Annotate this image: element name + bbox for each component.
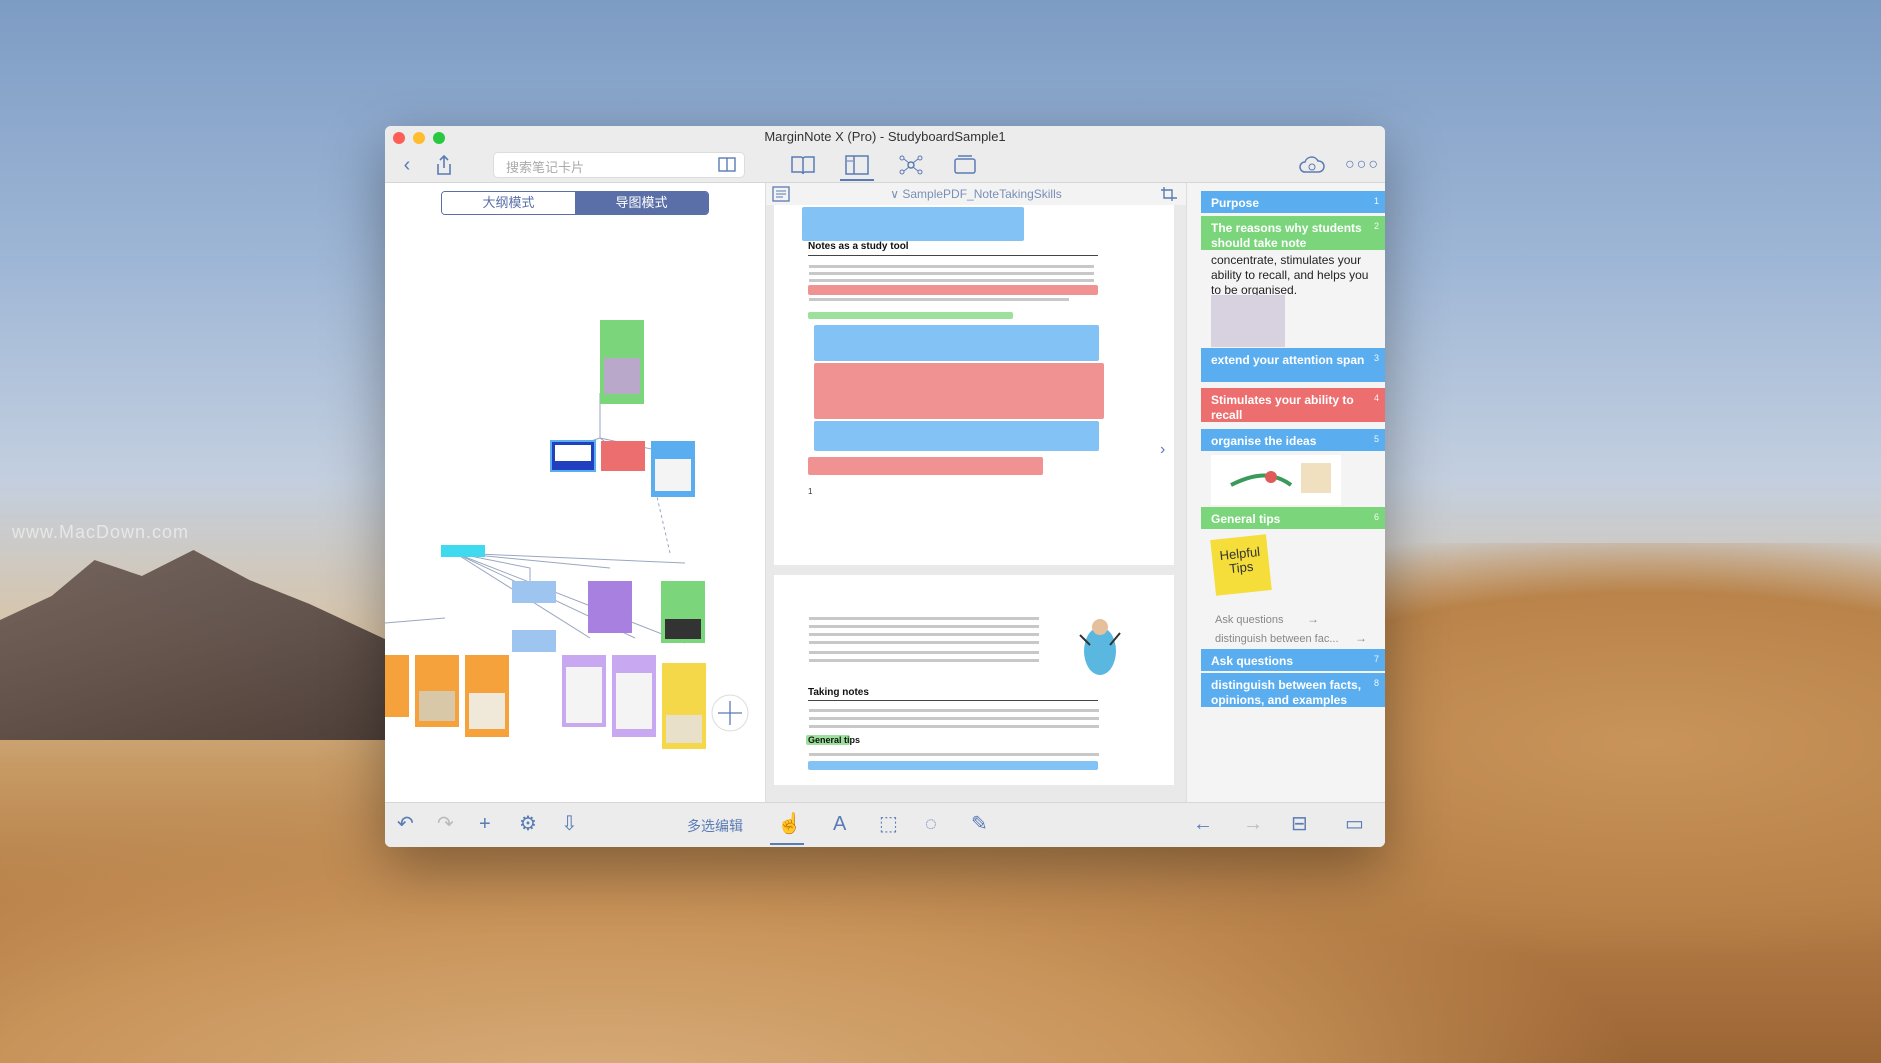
sub-item-ask-questions[interactable]: Ask questions [1215,614,1283,626]
document-pane: ∨ SamplePDF_NoteTakingSkills Notes as a … [766,183,1186,803]
mindmap-pane: 大纲模式 导图模式 [385,183,766,803]
document-title[interactable]: SamplePDF_NoteTakingSkills [902,187,1061,201]
forward-arrow-icon[interactable]: → [1243,813,1263,835]
toolbar: ‹ 搜索笔记卡片 ○○○ [385,148,1385,183]
mindmap-node[interactable] [588,581,632,633]
card-body-text: concentrate, stimulates your ability to … [1211,253,1369,297]
search-placeholder: 搜索笔记卡片 [506,160,585,175]
chevron-down-icon[interactable]: ∨ [890,187,902,201]
minimize-button[interactable] [413,132,425,144]
book-view-icon[interactable] [718,157,736,172]
multi-select-edit-button[interactable]: 多选编辑 [687,816,743,836]
search-input[interactable]: 搜索笔记卡片 [493,152,745,178]
helpful-tips-image: Helpful Tips [1210,534,1272,596]
cards-icon[interactable] [952,154,978,176]
outline-icon[interactable] [772,186,790,202]
card-distinguish-facts[interactable]: distinguish between facts, opinions, and… [1201,673,1385,707]
mindmap-node[interactable] [512,630,556,652]
tab-outline-mode[interactable]: 大纲模式 [442,192,575,214]
app-window: MarginNote X (Pro) - StudyboardSample1 ‹… [385,126,1385,847]
page-number: 1 [808,487,813,496]
mindmap-node[interactable] [512,581,556,603]
illustration-image [1079,619,1121,675]
active-tool-indicator [770,843,804,845]
close-button[interactable] [393,132,405,144]
more-icon[interactable]: ○○○ [1345,154,1378,176]
split-view-icon[interactable] [844,154,870,176]
settings-icon[interactable]: ⚙ [519,813,537,835]
comment-icon[interactable]: ▭ [1345,813,1364,835]
text-highlight-icon[interactable]: A [833,813,846,835]
heading-notes-study-tool: Notes as a study tool [808,241,909,252]
card-ask-questions[interactable]: Ask questions 7 [1201,649,1385,671]
heading-taking-notes: Taking notes [808,687,869,698]
card-purpose[interactable]: Purpose 1 [1201,191,1385,213]
chevron-right-icon[interactable]: › [1160,441,1165,459]
card-stimulates-recall[interactable]: Stimulates your ability to recall 4 [1201,388,1385,422]
mode-switch: 大纲模式 导图模式 [441,191,709,215]
window-title: MarginNote X (Pro) - StudyboardSample1 [764,129,1006,144]
cloud-sync-icon[interactable] [1297,154,1327,176]
title-bar: MarginNote X (Pro) - StudyboardSample1 [385,126,1385,148]
note-image [1211,295,1285,347]
add-icon[interactable]: + [479,813,491,835]
notes-pane: Purpose 1 The reasons why students should… [1186,183,1385,803]
card-extend-attention[interactable]: extend your attention span 3 [1201,348,1385,382]
arrow-right-icon[interactable]: → [1355,631,1367,645]
watermark: www.MacDown.com [12,522,190,542]
heading-general-tips: General tips [808,735,861,745]
undo-icon[interactable]: ↶ [397,813,414,835]
crop-icon[interactable] [1160,186,1178,202]
pen-icon[interactable]: ✎ [971,813,988,835]
card-organise-ideas[interactable]: organise the ideas 5 [1201,429,1385,451]
back-icon[interactable]: ‹ [397,154,417,176]
zoom-button[interactable] [433,132,445,144]
document-icon[interactable] [790,154,816,176]
mindmap-node[interactable] [601,441,645,471]
back-arrow-icon[interactable]: ← [1193,813,1213,835]
lasso-icon[interactable]: ◌ [925,813,937,835]
card-general-tips[interactable]: General tips 6 [1201,507,1385,529]
active-view-indicator [840,179,874,181]
mindmap-canvas[interactable] [385,223,765,803]
import-icon[interactable]: ⇩ [561,813,578,835]
hand-tool-icon[interactable]: ☝ [777,813,802,835]
rect-select-icon[interactable]: ⬚ [879,813,898,835]
share-icon[interactable] [433,154,455,176]
mindmap-node[interactable] [385,655,409,717]
document-header: ∨ SamplePDF_NoteTakingSkills [766,183,1186,205]
tab-mindmap-mode[interactable]: 导图模式 [575,192,708,214]
redo-icon[interactable]: ↷ [437,813,454,835]
mindmap-node[interactable] [441,545,485,557]
pdf-page-1[interactable]: Notes as a study tool 1 [774,205,1174,565]
mindmap-thumbnail [1211,455,1341,505]
card-reasons[interactable]: The reasons why students should take not… [1201,216,1385,250]
arrow-right-icon[interactable]: → [1307,612,1319,626]
bottom-toolbar: ↶ ↷ + ⚙ ⇩ 多选编辑 ☝ A ⬚ ◌ ✎ ← → ⊟ ▭ [385,802,1385,847]
sub-item-distinguish[interactable]: distinguish between fac... [1215,633,1339,645]
layout-icon[interactable]: ⊟ [1291,813,1308,835]
pdf-page-2[interactable]: Taking notes General tips [774,575,1174,785]
mindmap-icon[interactable] [898,154,924,176]
